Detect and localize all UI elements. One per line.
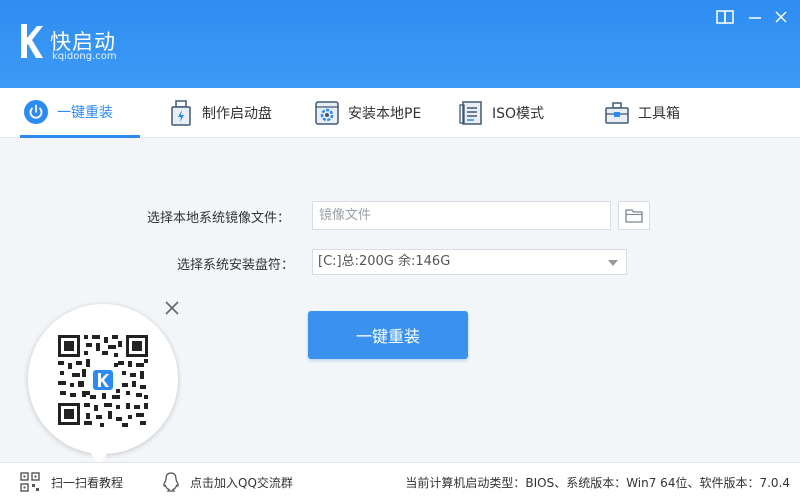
- document-icon: [458, 100, 484, 126]
- tab-iso-mode[interactable]: ISO模式: [458, 88, 544, 138]
- qq-penguin-icon: [163, 472, 179, 492]
- tab-label: ISO模式: [492, 106, 545, 122]
- image-file-label: 选择本地系统镜像文件：: [147, 211, 291, 226]
- help-book-button[interactable]: [714, 6, 736, 28]
- app-logo-icon: [21, 24, 43, 58]
- book-icon: [716, 10, 734, 25]
- close-icon: [775, 11, 787, 23]
- qr-scan-icon: [20, 472, 40, 492]
- dropdown-arrow-icon: [608, 260, 618, 266]
- tab-one-click-reinstall[interactable]: 一键重装: [20, 88, 140, 138]
- usb-drive-icon: [168, 100, 194, 126]
- minimize-icon: [749, 17, 761, 19]
- scan-tutorial-link[interactable]: 扫一扫看教程: [20, 463, 123, 500]
- minimize-button[interactable]: [744, 6, 766, 28]
- install-disk-select[interactable]: [C:]总:200G 余:146G: [312, 249, 627, 275]
- title-bar: 快启动 kqidong.com: [0, 0, 800, 88]
- scan-tutorial-label: 扫一扫看教程: [51, 475, 124, 490]
- tab-make-boot-disk[interactable]: 制作启动盘: [168, 88, 272, 138]
- install-disk-selected-value: [C:]总:200G 余:146G: [318, 254, 451, 269]
- system-status-text: 当前计算机启动类型：BIOS、系统版本：Win7 64位、软件版本：7.0.4: [405, 475, 790, 490]
- tab-label: 安装本地PE: [348, 106, 422, 122]
- one-click-reinstall-button[interactable]: 一键重装: [308, 311, 468, 359]
- image-file-input[interactable]: [312, 201, 611, 230]
- tab-install-local-pe[interactable]: 安装本地PE: [314, 88, 421, 138]
- browse-folder-button[interactable]: [618, 201, 650, 230]
- qr-code-image: [56, 333, 150, 427]
- folder-icon: [625, 209, 643, 223]
- tab-toolbox[interactable]: 工具箱: [604, 88, 680, 138]
- app-domain: kqidong.com: [52, 51, 117, 62]
- join-qq-group-label: 点击加入QQ交流群: [190, 475, 293, 490]
- close-window-button[interactable]: [770, 6, 792, 28]
- tab-label: 制作启动盘: [202, 106, 272, 122]
- join-qq-group-link[interactable]: 点击加入QQ交流群: [162, 463, 293, 500]
- power-icon: [23, 99, 49, 125]
- toolbox-icon: [604, 100, 630, 126]
- tab-label: 一键重装: [57, 104, 113, 121]
- install-disk-label: 选择系统安装盘符：: [177, 258, 295, 273]
- close-icon: [165, 301, 179, 315]
- gear-disk-icon: [314, 100, 340, 126]
- main-tab-bar: 一键重装 制作启动盘 安装本地PE ISO模式 工具箱: [0, 88, 800, 138]
- tab-label: 工具箱: [638, 106, 680, 122]
- status-footer: 扫一扫看教程 点击加入QQ交流群 当前计算机启动类型：BIOS、系统版本：Win…: [0, 462, 800, 500]
- qr-close-button[interactable]: [163, 299, 181, 317]
